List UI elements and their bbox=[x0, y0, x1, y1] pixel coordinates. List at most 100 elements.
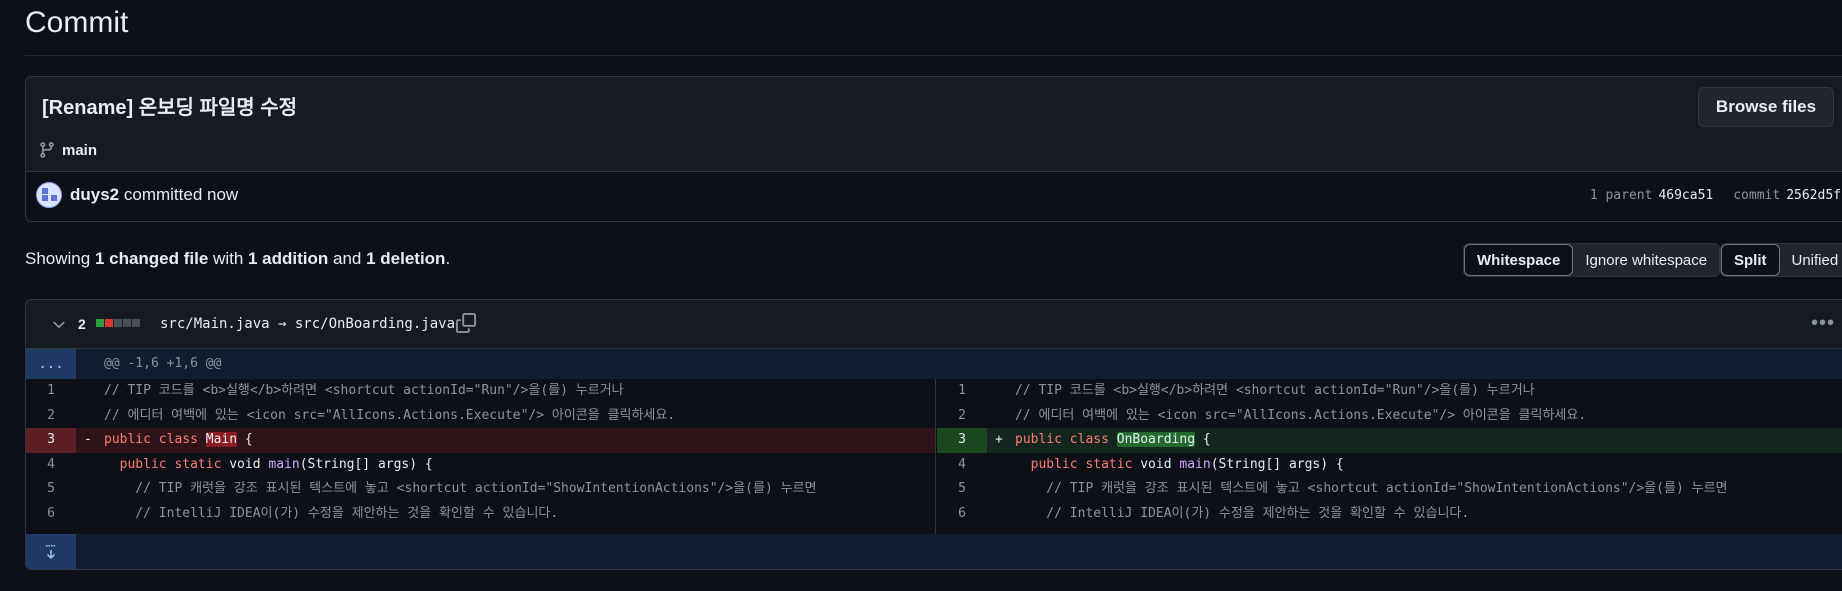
whitespace-toggle: Whitespace Ignore whitespace bbox=[1463, 243, 1721, 277]
summary-additions: 1 addition bbox=[248, 249, 329, 268]
line-number[interactable]: 6 bbox=[937, 502, 987, 527]
browse-files-button[interactable]: Browse files bbox=[1698, 87, 1834, 127]
branch-name[interactable]: main bbox=[62, 142, 97, 159]
code-text: void bbox=[1140, 456, 1180, 472]
file-change-count: 2 bbox=[78, 316, 86, 332]
title-divider bbox=[25, 55, 1842, 56]
diff-view-toggle: Split Unified bbox=[1720, 243, 1842, 277]
split-view-button[interactable]: Split bbox=[1721, 244, 1780, 276]
diffstat-added bbox=[96, 319, 104, 327]
branch-indicator[interactable]: main bbox=[38, 141, 97, 159]
diffstat-neutral bbox=[123, 319, 131, 327]
code-comment: // IntelliJ IDEA이(가) 수정을 제안하는 것을 확인할 수 있… bbox=[104, 505, 559, 521]
copy-icon[interactable] bbox=[456, 313, 476, 333]
diffstat-removed bbox=[105, 319, 113, 327]
line-number[interactable]: 1 bbox=[26, 379, 76, 404]
summary-period: . bbox=[445, 249, 451, 268]
diff-line: 6 // IntelliJ IDEA이(가) 수정을 제안하는 것을 확인할 수… bbox=[937, 502, 1842, 527]
ignore-whitespace-button[interactable]: Ignore whitespace bbox=[1573, 244, 1719, 276]
parent-label: 1 parent bbox=[1589, 188, 1653, 203]
diff-line: 2 // 에디터 여백에 있는 <icon src="AllIcons.Acti… bbox=[26, 404, 935, 429]
kebab-menu-icon[interactable]: ••• bbox=[1811, 312, 1835, 335]
code-function: main bbox=[1179, 456, 1211, 472]
line-number[interactable]: 6 bbox=[26, 502, 76, 527]
code-comment: // TIP 코드를 <b>실행</b>하려면 <shortcut action… bbox=[1015, 383, 1535, 398]
commit-label: commit bbox=[1733, 188, 1781, 203]
code-comment: // TIP 캐럿을 강조 표시된 텍스트에 놓고 <shortcut acti… bbox=[1015, 481, 1728, 496]
expand-up-button[interactable]: ... bbox=[26, 349, 76, 379]
changed-token: OnBoarding bbox=[1116, 432, 1196, 447]
diff-line-added: 3 + public class OnBoarding { bbox=[937, 428, 1842, 453]
parent-sha-link[interactable]: 469ca51 bbox=[1658, 188, 1713, 203]
line-number[interactable]: 4 bbox=[937, 453, 987, 478]
line-number[interactable]: 3 bbox=[26, 428, 76, 453]
addition-marker: + bbox=[995, 432, 1003, 447]
line-number[interactable]: 5 bbox=[937, 477, 987, 502]
code-comment: // TIP 캐럿을 강조 표시된 텍스트에 놓고 <shortcut acti… bbox=[104, 481, 817, 496]
whitespace-button[interactable]: Whitespace bbox=[1464, 244, 1574, 276]
summary-with: with bbox=[208, 249, 248, 268]
diff-line: 1 // TIP 코드를 <b>실행</b>하려면 <shortcut acti… bbox=[26, 379, 935, 404]
diff-pane-left: 1 // TIP 코드를 <b>실행</b>하려면 <shortcut acti… bbox=[26, 379, 936, 534]
commit-author-line: duys2 committed now bbox=[70, 185, 238, 205]
summary-showing: Showing bbox=[25, 249, 95, 268]
code-keyword: public static bbox=[104, 456, 230, 472]
commit-header-box: [Rename] 온보딩 파일명 수정 main Browse files du… bbox=[25, 76, 1842, 222]
chevron-down-icon[interactable] bbox=[50, 316, 68, 334]
diffstat-neutral bbox=[114, 319, 122, 327]
line-number[interactable]: 4 bbox=[26, 453, 76, 478]
diffstat-bar bbox=[96, 319, 140, 327]
diff-line-deleted: 3 - public class Main { bbox=[26, 428, 935, 453]
unified-view-button[interactable]: Unified bbox=[1780, 244, 1842, 276]
diff-line: 4 public static void main(String[] args)… bbox=[26, 453, 935, 478]
code-comment: // TIP 코드를 <b>실행</b>하려면 <shortcut action… bbox=[104, 383, 624, 398]
commit-sha[interactable]: 2562d5f bbox=[1786, 188, 1841, 203]
expand-down-button[interactable] bbox=[26, 534, 76, 569]
diff-line: 5 // TIP 캐럿을 강조 표시된 텍스트에 놓고 <shortcut ac… bbox=[937, 477, 1842, 502]
hunk-header: ... @@ -1,6 +1,6 @@ bbox=[26, 349, 1842, 379]
commit-footer: duys2 committed now 1 parent 469ca51 com… bbox=[26, 171, 1842, 221]
git-branch-icon bbox=[40, 142, 54, 158]
line-number[interactable]: 1 bbox=[937, 379, 987, 404]
commit-meta: 1 parent 469ca51 commit 2562d5f bbox=[1590, 188, 1841, 203]
line-number[interactable]: 3 bbox=[937, 428, 987, 453]
code-function: main bbox=[268, 456, 300, 472]
code-keyword: public class bbox=[104, 432, 206, 447]
code-text: (String[] args) { bbox=[299, 456, 433, 472]
diff-line: 5 // TIP 캐럿을 강조 표시된 텍스트에 놓고 <shortcut ac… bbox=[26, 477, 935, 502]
author-link[interactable]: duys2 bbox=[70, 185, 119, 204]
committed-time: committed now bbox=[123, 185, 239, 204]
summary-changed-files: 1 changed file bbox=[94, 249, 209, 268]
code-keyword: public static bbox=[1015, 456, 1141, 472]
page-title: Commit bbox=[25, 6, 129, 39]
code-text: { bbox=[237, 432, 253, 447]
code-comment: // IntelliJ IDEA이(가) 수정을 제안하는 것을 확인할 수 있… bbox=[1015, 505, 1470, 521]
avatar[interactable] bbox=[36, 182, 62, 208]
expand-down-icon bbox=[46, 544, 55, 559]
summary-deletions: 1 deletion bbox=[366, 249, 446, 268]
summary-and: and bbox=[328, 249, 367, 268]
file-header: 2 src/Main.java → src/OnBoarding.java ••… bbox=[26, 300, 1842, 349]
file-path-link[interactable]: src/Main.java → src/OnBoarding.java bbox=[160, 316, 455, 332]
diff-line: 6 // IntelliJ IDEA이(가) 수정을 제안하는 것을 확인할 수… bbox=[26, 502, 935, 527]
line-number[interactable]: 2 bbox=[937, 404, 987, 429]
changed-token: Main bbox=[205, 432, 238, 447]
line-number[interactable]: 2 bbox=[26, 404, 76, 429]
code-comment: // 에디터 여백에 있는 <icon src="AllIcons.Action… bbox=[1015, 407, 1587, 423]
diff-summary: Showing 1 changed file with 1 addition a… bbox=[25, 249, 450, 269]
line-number[interactable]: 5 bbox=[26, 477, 76, 502]
diff-file: 2 src/Main.java → src/OnBoarding.java ••… bbox=[25, 299, 1842, 570]
hunk-range: @@ -1,6 +1,6 @@ bbox=[104, 356, 222, 371]
code-text: (String[] args) { bbox=[1210, 456, 1344, 472]
diffstat-neutral bbox=[132, 319, 140, 327]
code-text: { bbox=[1195, 432, 1211, 447]
diff-line: 4 public static void main(String[] args)… bbox=[937, 453, 1842, 478]
code-comment: // 에디터 여백에 있는 <icon src="AllIcons.Action… bbox=[104, 407, 676, 423]
diff-line: 1 // TIP 코드를 <b>실행</b>하려면 <shortcut acti… bbox=[937, 379, 1842, 404]
diff-line: 2 // 에디터 여백에 있는 <icon src="AllIcons.Acti… bbox=[937, 404, 1842, 429]
deletion-marker: - bbox=[84, 432, 92, 447]
diff-pane-right: 1 // TIP 코드를 <b>실행</b>하려면 <shortcut acti… bbox=[937, 379, 1842, 534]
commit-message: [Rename] 온보딩 파일명 수정 bbox=[42, 97, 298, 119]
code-keyword: public class bbox=[1015, 432, 1117, 447]
hunk-footer bbox=[26, 534, 1842, 569]
